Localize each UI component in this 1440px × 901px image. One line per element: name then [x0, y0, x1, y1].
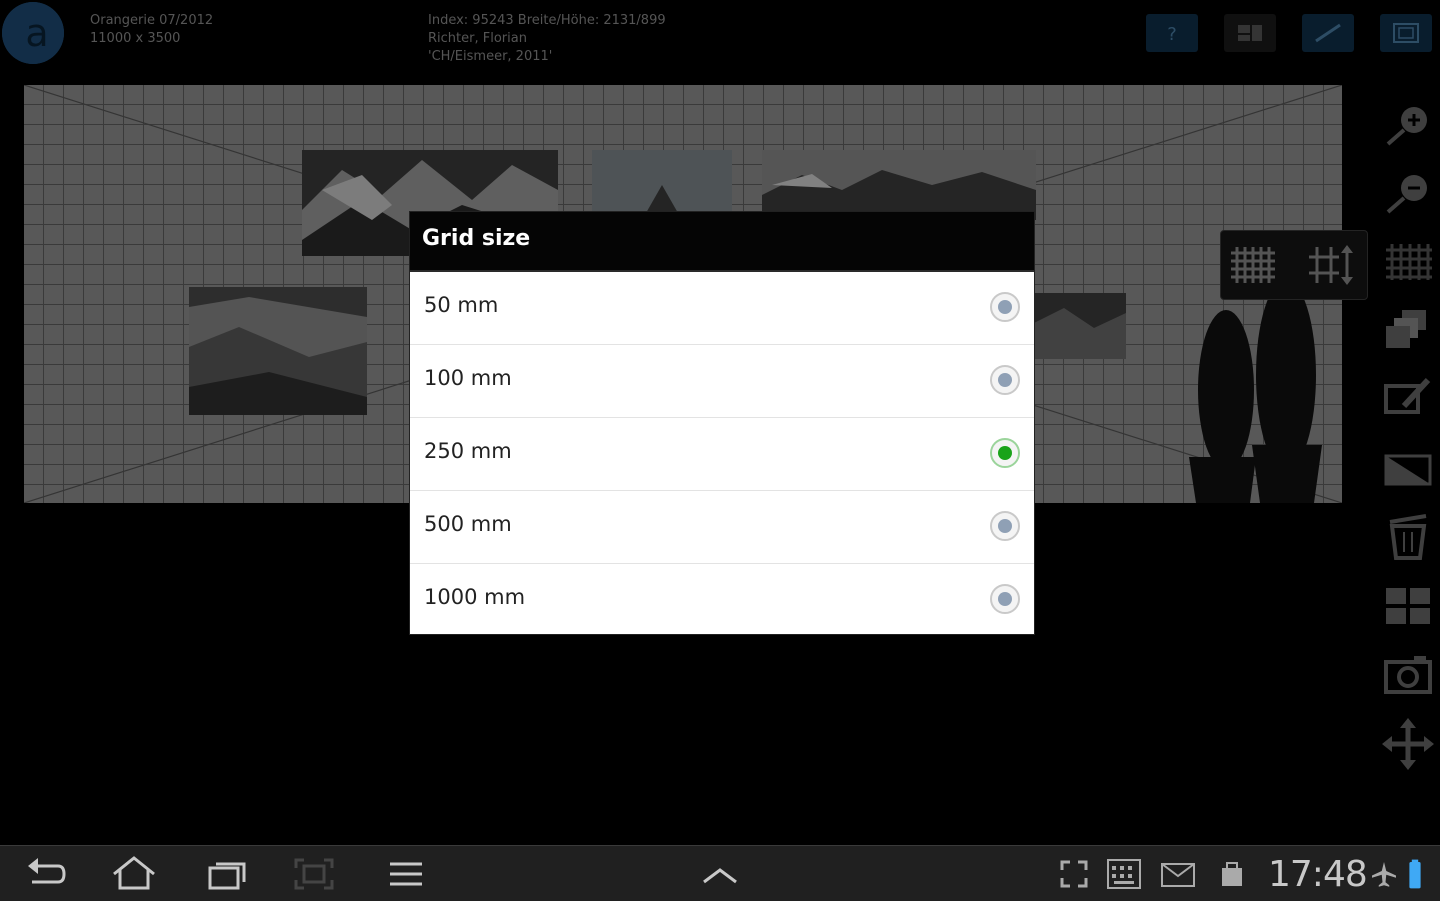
menu-icon: [390, 862, 422, 885]
radio-button[interactable]: [989, 510, 1021, 542]
option-label: 50 mm: [424, 293, 499, 317]
dialog-title: Grid size: [422, 226, 531, 251]
grid-option-100mm[interactable]: 100 mm: [410, 345, 1034, 418]
airplane-icon: [1372, 861, 1396, 887]
grid-option-250mm[interactable]: 250 mm: [410, 418, 1034, 491]
grid-size-dialog: Grid size 50 mm 100 mm 250 mm 500 mm 100…: [410, 212, 1034, 634]
expand-icon: [1060, 860, 1088, 887]
screenshot-button[interactable]: [290, 846, 338, 901]
recent-apps-icon: [208, 862, 246, 889]
email-icon: [1161, 862, 1195, 887]
up-chevron-icon: [703, 867, 737, 883]
email-status[interactable]: [1154, 846, 1202, 901]
keyboard-status[interactable]: [1100, 846, 1148, 901]
radio-selected-icon: [990, 438, 1020, 468]
airplane-mode-status: [1364, 846, 1404, 901]
menu-button[interactable]: [382, 846, 430, 901]
option-label: 250 mm: [424, 439, 512, 463]
grid-option-50mm[interactable]: 50 mm: [410, 272, 1034, 345]
home-icon: [113, 855, 155, 889]
radio-button[interactable]: [989, 364, 1021, 396]
option-label: 1000 mm: [424, 585, 526, 609]
back-button[interactable]: [22, 846, 70, 901]
radio-button[interactable]: [989, 291, 1021, 323]
recent-apps-button[interactable]: [202, 846, 250, 901]
shopping-bag-icon: [1222, 861, 1242, 886]
radio-button-selected[interactable]: [989, 437, 1021, 469]
radio-unselected-icon: [990, 292, 1020, 322]
grid-option-500mm[interactable]: 500 mm: [410, 491, 1034, 564]
system-navigation-bar: 17:48: [0, 845, 1440, 901]
radio-unselected-icon: [990, 584, 1020, 614]
mini-apps-tray-button[interactable]: [696, 846, 744, 901]
radio-button[interactable]: [989, 583, 1021, 615]
home-button[interactable]: [110, 846, 158, 901]
expand-status[interactable]: [1050, 846, 1098, 901]
option-label: 100 mm: [424, 366, 512, 390]
store-status[interactable]: [1208, 846, 1256, 901]
radio-unselected-icon: [990, 365, 1020, 395]
back-icon: [28, 857, 66, 883]
battery-status: [1400, 846, 1430, 901]
screenshot-icon: [294, 858, 334, 889]
radio-unselected-icon: [990, 511, 1020, 541]
keyboard-icon: [1107, 858, 1141, 889]
status-clock: 17:48: [1268, 854, 1368, 895]
option-label: 500 mm: [424, 512, 512, 536]
dialog-title-bar: Grid size: [410, 212, 1034, 272]
grid-option-1000mm[interactable]: 1000 mm: [410, 564, 1034, 636]
battery-icon: [1409, 859, 1421, 888]
